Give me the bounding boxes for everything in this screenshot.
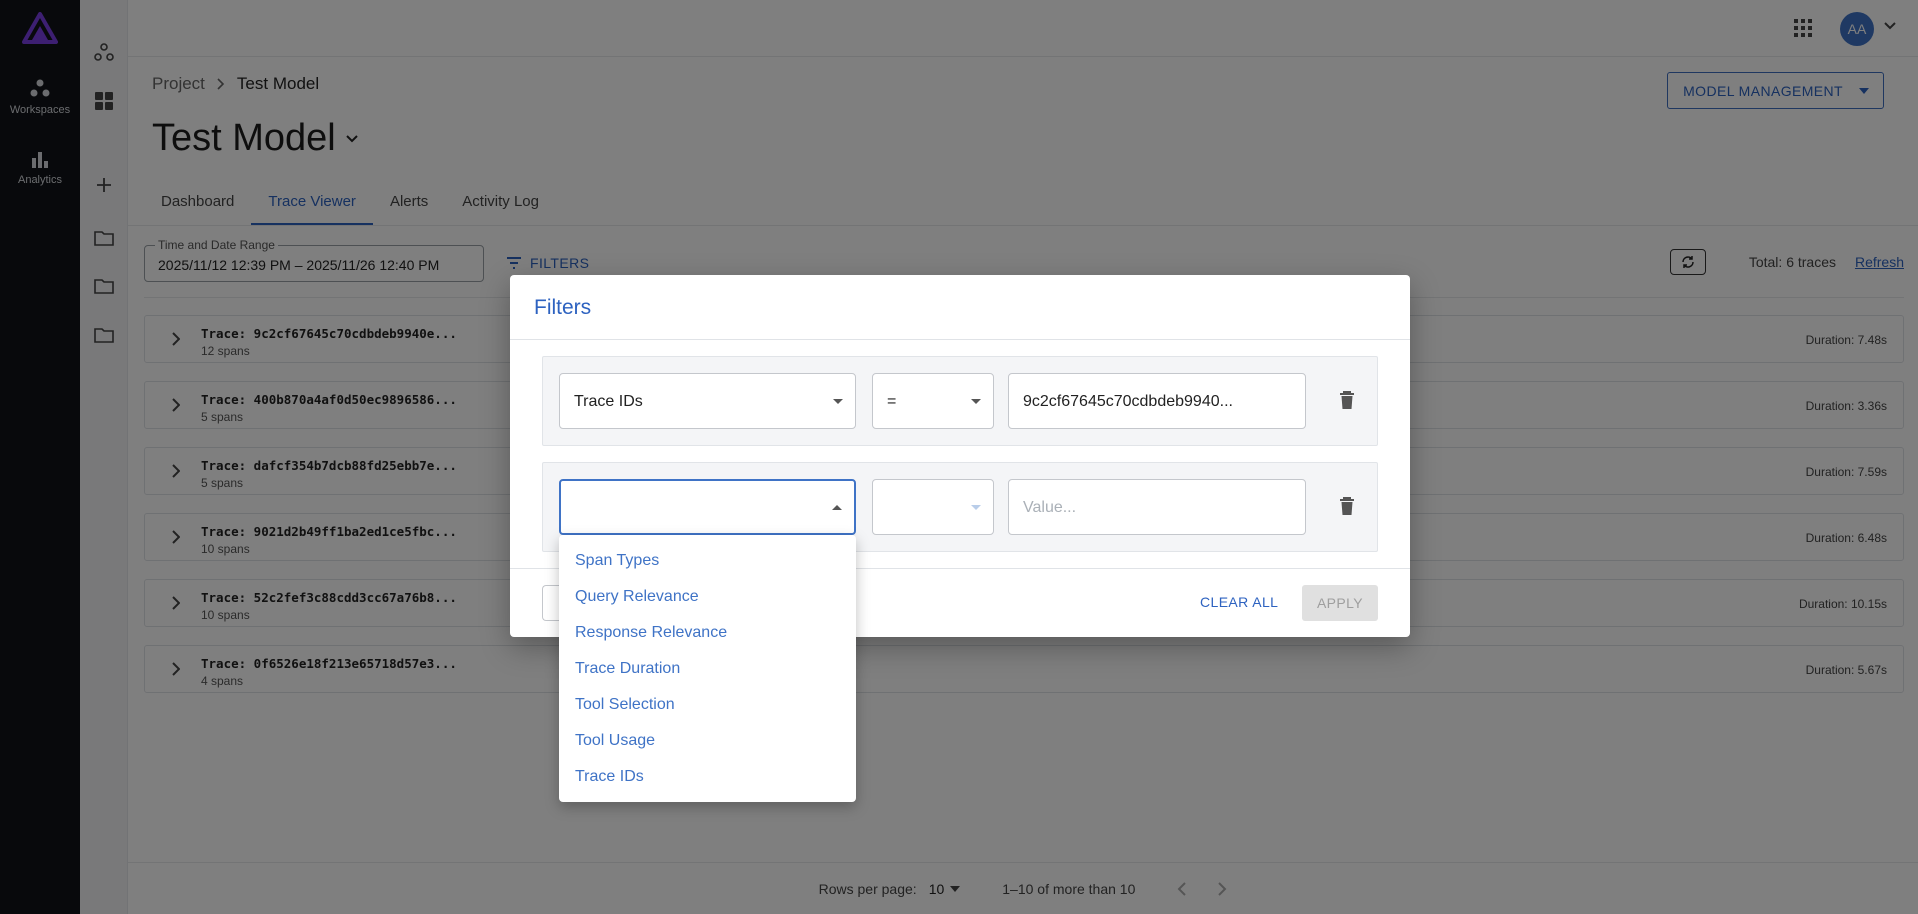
filter-value-input[interactable]: Value... [1008,479,1306,535]
menu-item[interactable]: Trace Duration [559,651,856,687]
filter-field-menu: Span Types Query Relevance Response Releva… [559,535,856,802]
menu-item[interactable]: Trace IDs [559,759,856,795]
caret-up-icon [832,505,842,510]
trash-icon[interactable] [1339,496,1355,516]
dialog-title: Filters [534,296,592,319]
caret-down-icon [971,399,981,404]
filter-field-select[interactable]: Trace IDs [559,373,856,429]
filter-row: Trace IDs = 9c2cf67645c70cdbdeb9940... [542,356,1378,446]
filter-operator-select[interactable] [872,479,994,535]
menu-item[interactable]: Tool Selection [559,687,856,723]
filter-operator-select[interactable]: = [872,373,994,429]
filter-value-text: 9c2cf67645c70cdbdeb9940... [1023,393,1233,410]
divider [510,339,1410,340]
caret-down-icon [833,399,843,404]
filter-field-value: Trace IDs [574,393,643,410]
filter-value-input[interactable]: 9c2cf67645c70cdbdeb9940... [1008,373,1306,429]
caret-down-icon [971,505,981,510]
clear-all-button[interactable]: CLEAR ALL [1200,594,1278,610]
filter-field-select[interactable] [559,479,856,535]
menu-item[interactable]: Response Relevance [559,615,856,651]
filter-operator-value: = [887,393,897,410]
trash-icon[interactable] [1339,390,1355,410]
menu-item[interactable]: Tool Usage [559,723,856,759]
menu-item[interactable]: Span Types [559,543,856,579]
apply-button[interactable]: APPLY [1302,585,1378,621]
menu-item[interactable]: Query Relevance [559,579,856,615]
filter-value-placeholder: Value... [1023,499,1077,516]
